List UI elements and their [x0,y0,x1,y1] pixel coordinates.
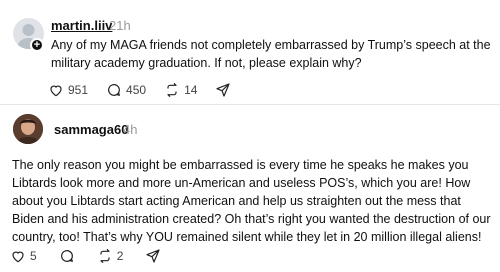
repost-icon [167,83,177,97]
like-button[interactable]: 5 [10,248,37,264]
original-post: + martin.liiv 21h Any of my MAGA friends… [0,0,500,104]
post-timestamp[interactable]: 21h [109,18,131,33]
avatar[interactable] [13,114,43,144]
repost-count: 2 [116,249,124,263]
post-username[interactable]: martin.liiv [51,18,112,33]
like-count: 951 [68,83,89,97]
heart-icon [12,251,24,263]
like-count: 5 [30,249,37,263]
heart-icon [50,85,62,97]
share-icon [146,249,160,263]
share-button[interactable] [145,248,161,264]
post-actions: 951 450 14 [48,82,249,98]
post-username[interactable]: sammaga60 [54,122,128,137]
repost-button[interactable]: 14 [164,82,197,98]
reply-button[interactable] [59,248,75,264]
comment-icon [60,250,73,262]
post-timestamp[interactable]: 4h [123,122,137,137]
reply-post: sammaga60 4h The only reason you might b… [0,104,500,272]
follow-plus-icon[interactable]: + [30,38,44,52]
share-icon [216,83,231,97]
repost-icon [100,249,110,263]
repost-count: 14 [184,83,198,97]
share-button[interactable] [215,82,231,98]
like-button[interactable]: 951 [48,82,88,98]
post-body: The only reason you might be embarrassed… [12,158,491,244]
repost-button[interactable]: 2 [97,248,124,264]
post-body: Any of my MAGA friends not completely em… [51,38,491,70]
reply-button[interactable]: 450 [106,82,146,98]
comment-icon [108,84,120,96]
reply-count: 450 [126,83,147,97]
post-actions: 5 2 [10,248,183,264]
user-photo-icon [13,114,43,144]
